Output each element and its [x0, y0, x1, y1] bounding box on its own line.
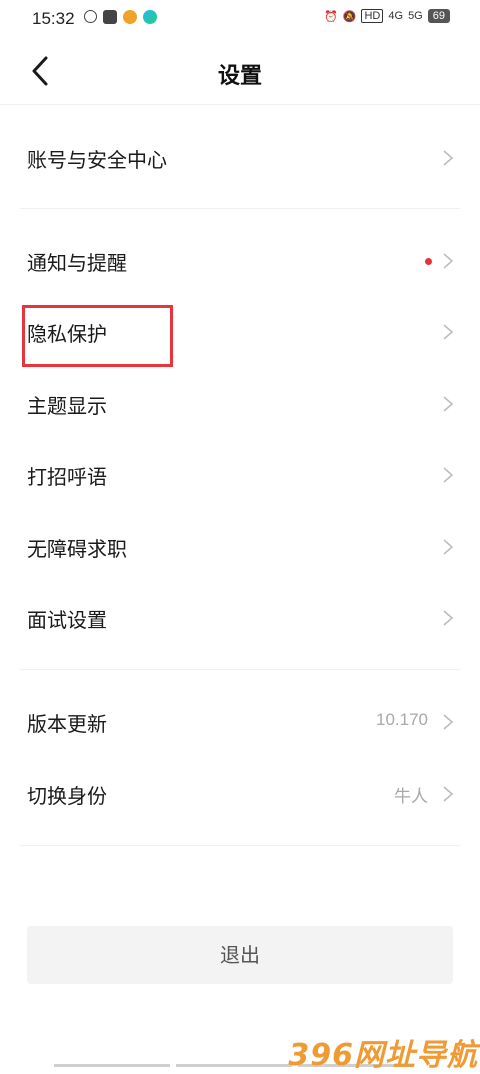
chevron-right-icon [443, 396, 454, 412]
system-status-icons: ⏰ 🔕 HD 4G 5G 69 [324, 9, 450, 23]
mail-icon [103, 10, 117, 24]
chevron-right-icon [443, 253, 454, 269]
menu-item-account-security[interactable]: 账号与安全中心 [0, 126, 480, 190]
menu-item-label: 无障碍求职 [27, 537, 127, 561]
section-divider [20, 845, 460, 846]
indicator-line [54, 1064, 170, 1067]
weibo-icon [123, 10, 137, 24]
highlight-annotation [22, 305, 173, 367]
k-app-icon [84, 10, 97, 23]
menu-item-interview-settings[interactable]: 面试设置 [0, 586, 480, 650]
chevron-right-icon [443, 714, 454, 730]
chevron-right-icon [443, 786, 454, 802]
menu-item-accessibility-job[interactable]: 无障碍求职 [0, 515, 480, 579]
version-value: 10.170 [376, 710, 428, 729]
menu-item-label: 面试设置 [27, 608, 107, 632]
menu-item-label: 切换身份 [27, 784, 107, 808]
menu-item-label: 账号与安全中心 [27, 148, 167, 172]
menu-item-theme-display[interactable]: 主题显示 [0, 372, 480, 436]
status-bar: 15:32 ⏰ 🔕 HD 4G 5G 69 [0, 0, 480, 38]
menu-item-label: 主题显示 [27, 394, 107, 418]
watermark-logo: 396网址导航 [288, 1038, 478, 1073]
menu-item-label: 版本更新 [27, 712, 107, 736]
mute-icon: 🔕 [342, 10, 357, 23]
chevron-right-icon [443, 539, 454, 555]
chevron-right-icon [443, 324, 454, 340]
section-divider [20, 669, 460, 670]
alarm-icon: ⏰ [324, 10, 338, 23]
menu-item-switch-identity[interactable]: 切换身份 牛人 [0, 762, 480, 826]
nav-bar: 设置 [0, 38, 480, 105]
menu-item-version-update[interactable]: 版本更新 10.170 [0, 690, 480, 754]
menu-item-label: 通知与提醒 [27, 251, 127, 275]
page-title: 设置 [217, 64, 262, 89]
chevron-right-icon [443, 610, 454, 626]
video-app-icon [143, 10, 157, 24]
menu-item-notifications[interactable]: 通知与提醒 [0, 229, 480, 293]
chevron-right-icon [443, 150, 454, 166]
battery-icon: 69 [427, 9, 450, 23]
indicator-line [176, 1064, 292, 1067]
status-time: 15:32 [32, 9, 75, 28]
notification-icons [84, 10, 157, 24]
chevron-right-icon [443, 467, 454, 483]
signal-4g-icon: 4G [388, 10, 404, 22]
logout-button[interactable]: 退出 [27, 926, 453, 984]
notification-dot [425, 258, 432, 265]
signal-5g-icon: 5G [408, 10, 423, 22]
section-divider [20, 208, 460, 209]
menu-item-greeting[interactable]: 打招呼语 [0, 443, 480, 507]
hd-icon: HD [361, 9, 384, 23]
identity-value: 牛人 [394, 787, 428, 806]
menu-item-label: 打招呼语 [27, 465, 107, 489]
